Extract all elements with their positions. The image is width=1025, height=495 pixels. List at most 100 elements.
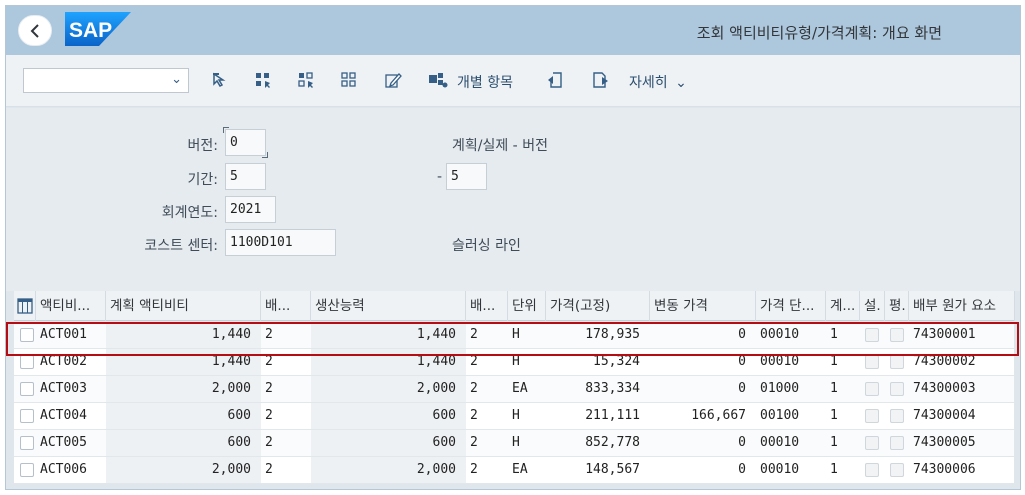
- column-header-fixed-price[interactable]: 가격(고정): [546, 291, 650, 321]
- cell-price-unit: 01000: [760, 381, 800, 396]
- variant-dropdown[interactable]: ⌄: [23, 68, 189, 93]
- cell-distribution-key-2: 2: [470, 408, 478, 423]
- valuation-flag-checkbox: [890, 409, 904, 423]
- row-select-checkbox[interactable]: [20, 409, 34, 423]
- select-cursor-icon[interactable]: [209, 69, 231, 91]
- column-header-allocation-cost-element[interactable]: 배부 원가 요소: [909, 291, 1015, 321]
- shell-bar: SAP 조회 액티비티유형/가격계획: 개요 화면: [6, 6, 1020, 55]
- cell-price-unit: 00010: [760, 354, 800, 369]
- cell-allocation-cost-element: 74300006: [913, 462, 976, 477]
- fiscal-year-label: 회계연도:: [161, 205, 218, 221]
- column-header-allocation-type[interactable]: 계...: [826, 291, 860, 321]
- cell-allocation-type: 1: [830, 354, 838, 369]
- cell-planned-activity: 1,440: [106, 322, 261, 348]
- column-settings-icon[interactable]: [14, 291, 36, 321]
- row-select-checkbox[interactable]: [20, 328, 34, 342]
- cell-planned-activity: 600: [106, 430, 261, 456]
- column-header-valuation-flag[interactable]: 평.: [885, 291, 909, 321]
- cost-center-description: 슬러싱 라인: [452, 238, 521, 254]
- setting-flag-checkbox: [865, 355, 879, 369]
- cell-allocation-cost-element: 74300001: [913, 327, 976, 342]
- setting-flag-checkbox: [865, 409, 879, 423]
- cell-planned-activity: 600: [106, 403, 261, 429]
- more-menu-button[interactable]: 자세히 ⌄: [629, 72, 687, 92]
- period-to-field[interactable]: 5: [446, 163, 487, 190]
- table-row[interactable]: ACT002 1,440 2 1,440 2 H 15,324 0 00010 1 74300002: [14, 349, 1014, 376]
- cell-planned-activity: 1,440: [106, 349, 261, 375]
- table-row[interactable]: ACT001 1,440 2 1,440 2 H 178,935 0 00010 1 7430000…: [14, 322, 1014, 349]
- row-select-checkbox[interactable]: [20, 355, 34, 369]
- cell-distribution-key-2: 2: [470, 381, 478, 396]
- back-button[interactable]: [18, 15, 52, 46]
- cell-distribution-key-1: 2: [265, 435, 273, 450]
- cell-allocation-type: 1: [830, 408, 838, 423]
- cell-price-unit: 00010: [760, 435, 800, 450]
- select-all-icon[interactable]: [252, 69, 274, 91]
- cell-price-unit: 00010: [760, 327, 800, 342]
- table-row[interactable]: ACT006 2,000 2 2,000 2 EA 148,567 0 00010 1 743000…: [14, 457, 1014, 484]
- edit-icon[interactable]: [382, 69, 404, 91]
- cell-activity-type: ACT002: [40, 354, 87, 369]
- cell-distribution-key-2: 2: [470, 435, 478, 450]
- cell-planned-activity: 2,000: [106, 457, 261, 483]
- cell-variable-price: 0: [738, 354, 746, 369]
- cell-distribution-key-2: 2: [470, 327, 478, 342]
- cost-center-field[interactable]: 1100D101: [225, 229, 336, 256]
- column-header-setting-flag[interactable]: 설.: [860, 291, 885, 321]
- column-header-planned-activity[interactable]: 계획 액티비티: [106, 291, 261, 321]
- cell-activity-type: ACT004: [40, 408, 87, 423]
- cell-distribution-key-1: 2: [265, 327, 273, 342]
- column-header-distribution-key-2[interactable]: 배...: [466, 291, 508, 321]
- previous-page-icon[interactable]: [545, 69, 567, 91]
- cell-allocation-cost-element: 74300002: [913, 354, 976, 369]
- logo-text: SAP: [69, 19, 112, 42]
- select-block-icon[interactable]: [295, 69, 317, 91]
- cell-activity-type: ACT005: [40, 435, 87, 450]
- cell-variable-price: 0: [738, 327, 746, 342]
- period-from-field[interactable]: 5: [225, 163, 266, 190]
- sap-logo: SAP: [65, 12, 131, 46]
- valuation-flag-checkbox: [890, 355, 904, 369]
- toolbar: ⌄ 개별 항목 자세히 ⌄: [6, 55, 1020, 107]
- cell-allocation-type: 1: [830, 435, 838, 450]
- cell-variable-price: 0: [738, 381, 746, 396]
- cell-fixed-price: 178,935: [585, 327, 640, 342]
- valuation-flag-checkbox: [890, 463, 904, 477]
- table-row[interactable]: ACT005 600 2 600 2 H 852,778 0 00010 1 74300005: [14, 430, 1014, 457]
- version-field[interactable]: 0: [223, 127, 268, 158]
- cell-allocation-cost-element: 74300003: [913, 381, 976, 396]
- cell-distribution-key-1: 2: [265, 462, 273, 477]
- cell-variable-price: 0: [738, 462, 746, 477]
- cell-distribution-key-1: 2: [265, 408, 273, 423]
- cell-capacity: 600: [311, 430, 466, 456]
- table-row[interactable]: ACT004 600 2 600 2 H 211,111 166,667 00100 1 74300…: [14, 403, 1014, 430]
- cell-price-unit: 00010: [760, 462, 800, 477]
- cell-activity-type: ACT003: [40, 381, 87, 396]
- column-header-price-unit[interactable]: 가격 단...: [756, 291, 826, 321]
- row-select-checkbox[interactable]: [20, 463, 34, 477]
- version-description: 계획/실제 - 버전: [452, 138, 548, 154]
- cell-fixed-price: 15,324: [593, 354, 640, 369]
- row-select-checkbox[interactable]: [20, 436, 34, 450]
- selection-form: 버전: 0 계획/실제 - 버전 기간: 5 - 5 회계연도: 2021 코스…: [6, 108, 1020, 291]
- cell-activity-type: ACT001: [40, 327, 87, 342]
- individual-items-icon[interactable]: [427, 69, 449, 91]
- cell-capacity: 1,440: [311, 349, 466, 375]
- chevron-left-icon: [30, 23, 39, 38]
- column-header-variable-price[interactable]: 변동 가격: [650, 291, 756, 321]
- cell-distribution-key-1: 2: [265, 354, 273, 369]
- table-row[interactable]: ACT003 2,000 2 2,000 2 EA 833,334 0 01000 1 743000…: [14, 376, 1014, 403]
- setting-flag-checkbox: [865, 463, 879, 477]
- cell-capacity: 600: [311, 403, 466, 429]
- deselect-all-icon[interactable]: [338, 69, 360, 91]
- cell-allocation-type: 1: [830, 462, 838, 477]
- column-header-unit[interactable]: 단위: [508, 291, 546, 321]
- row-select-checkbox[interactable]: [20, 382, 34, 396]
- individual-items-button[interactable]: 개별 항목: [457, 72, 513, 92]
- fiscal-year-field[interactable]: 2021: [225, 196, 276, 223]
- setting-flag-checkbox: [865, 436, 879, 450]
- column-header-distribution-key-1[interactable]: 배...: [261, 291, 311, 321]
- column-header-activity-type[interactable]: 액티비...: [36, 291, 106, 321]
- next-page-icon[interactable]: [589, 69, 611, 91]
- column-header-capacity[interactable]: 생산능력: [311, 291, 466, 321]
